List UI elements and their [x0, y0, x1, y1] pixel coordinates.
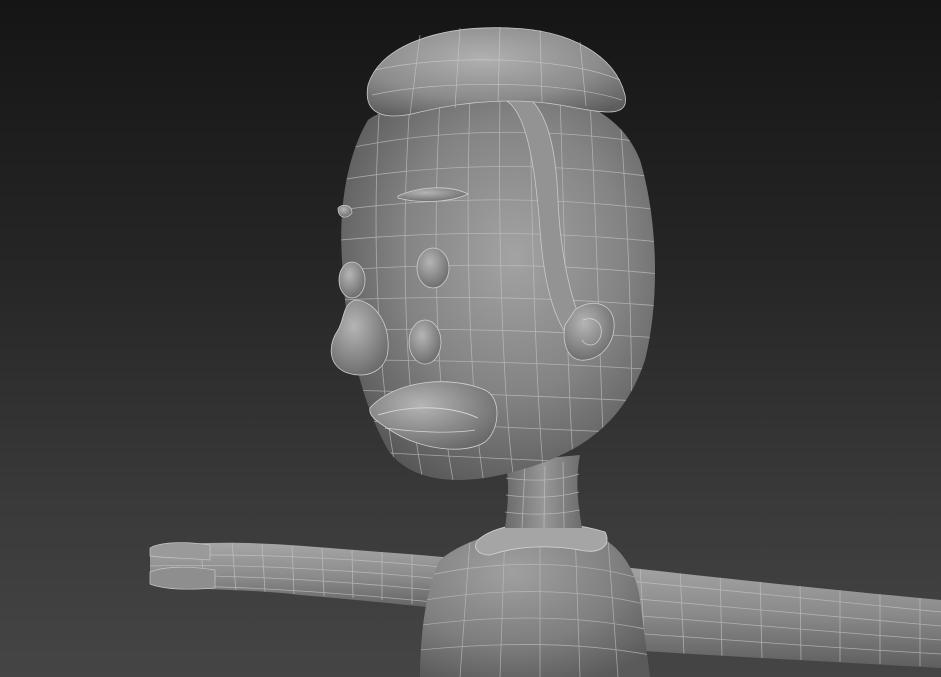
torso [420, 522, 650, 677]
3d-viewport[interactable] [0, 0, 941, 677]
model-render [149, 26, 941, 677]
left-arm [149, 542, 470, 612]
